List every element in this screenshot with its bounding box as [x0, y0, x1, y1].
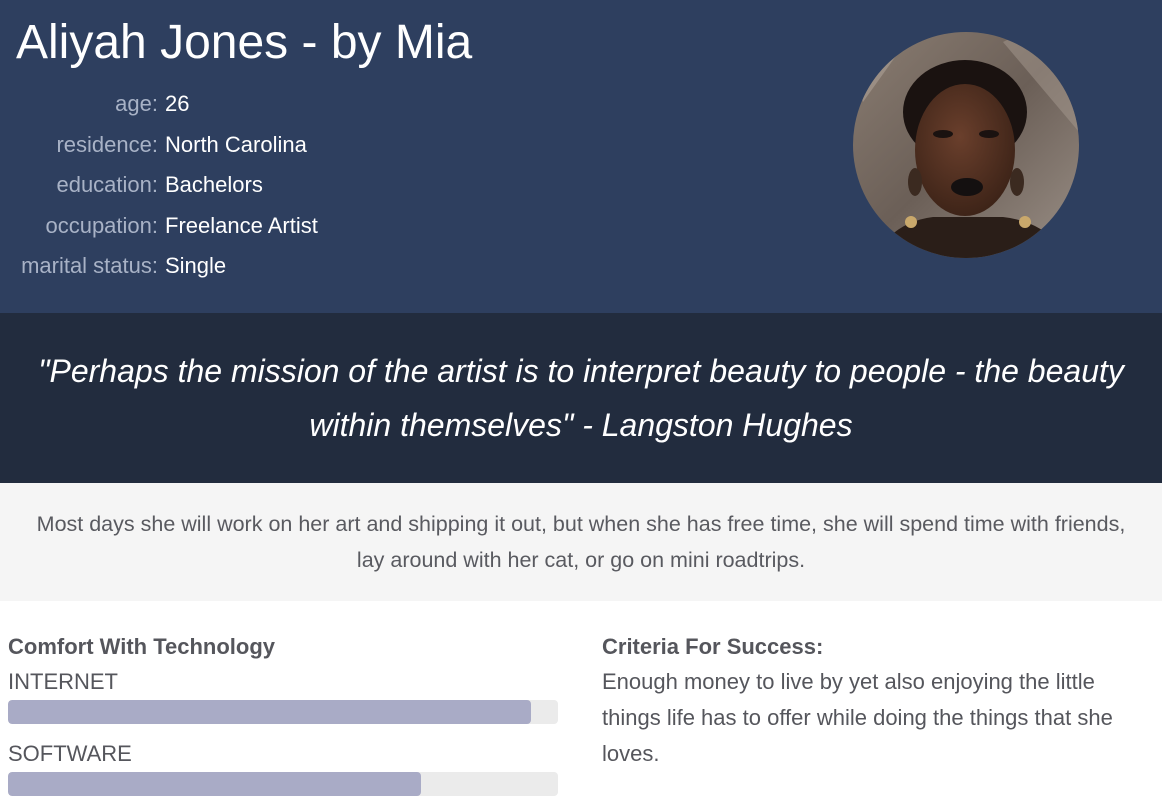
bio-band: Most days she will work on her art and s… [0, 483, 1162, 601]
avatar-portrait-icon [853, 32, 1079, 258]
fact-occupation: occupation: Freelance Artist [0, 206, 560, 247]
quote-band: "Perhaps the mission of the artist is to… [0, 313, 1162, 483]
criteria-body: Enough money to live by yet also enjoyin… [602, 669, 1113, 766]
fact-marital-status: marital status: Single [0, 246, 560, 287]
fact-value: Bachelors [165, 172, 263, 198]
fact-value: 26 [165, 91, 190, 117]
fact-label: age: [115, 91, 158, 117]
skill-label-internet: INTERNET [8, 669, 118, 694]
avatar [853, 32, 1079, 258]
skill-fill-internet [8, 700, 531, 724]
technology-title: Comfort With Technology [8, 634, 276, 659]
skill-fill-software [8, 772, 421, 796]
skill-label-software: SOFTWARE [8, 741, 132, 766]
fact-age: age: 26 [0, 84, 560, 125]
skill-bar-internet [8, 700, 558, 724]
fact-label: residence: [56, 131, 158, 157]
fact-value: Freelance Artist [165, 212, 318, 238]
persona-header: Aliyah Jones - by Mia age: 26 residence:… [0, 0, 1162, 313]
fact-residence: residence: North Carolina [0, 125, 560, 166]
fact-label: education: [56, 172, 158, 198]
criteria-for-success: Criteria For Success: Enough money to li… [602, 630, 1154, 772]
comfort-with-technology: Comfort With Technology INTERNET SOFTWAR… [8, 630, 560, 808]
persona-title: Aliyah Jones - by Mia [16, 16, 473, 69]
persona-quote: "Perhaps the mission of the artist is to… [38, 353, 1124, 443]
fact-value: North Carolina [165, 131, 307, 157]
persona-bio: Most days she will work on her art and s… [36, 512, 1126, 572]
criteria-title: Criteria For Success: [602, 634, 824, 659]
fact-label: marital status: [21, 253, 158, 279]
fact-education: education: Bachelors [0, 165, 560, 206]
fact-label: occupation: [45, 212, 158, 238]
fact-value: Single [165, 253, 227, 279]
skill-bar-software [8, 772, 558, 796]
persona-facts: age: 26 residence: North Carolina educat… [0, 84, 560, 287]
